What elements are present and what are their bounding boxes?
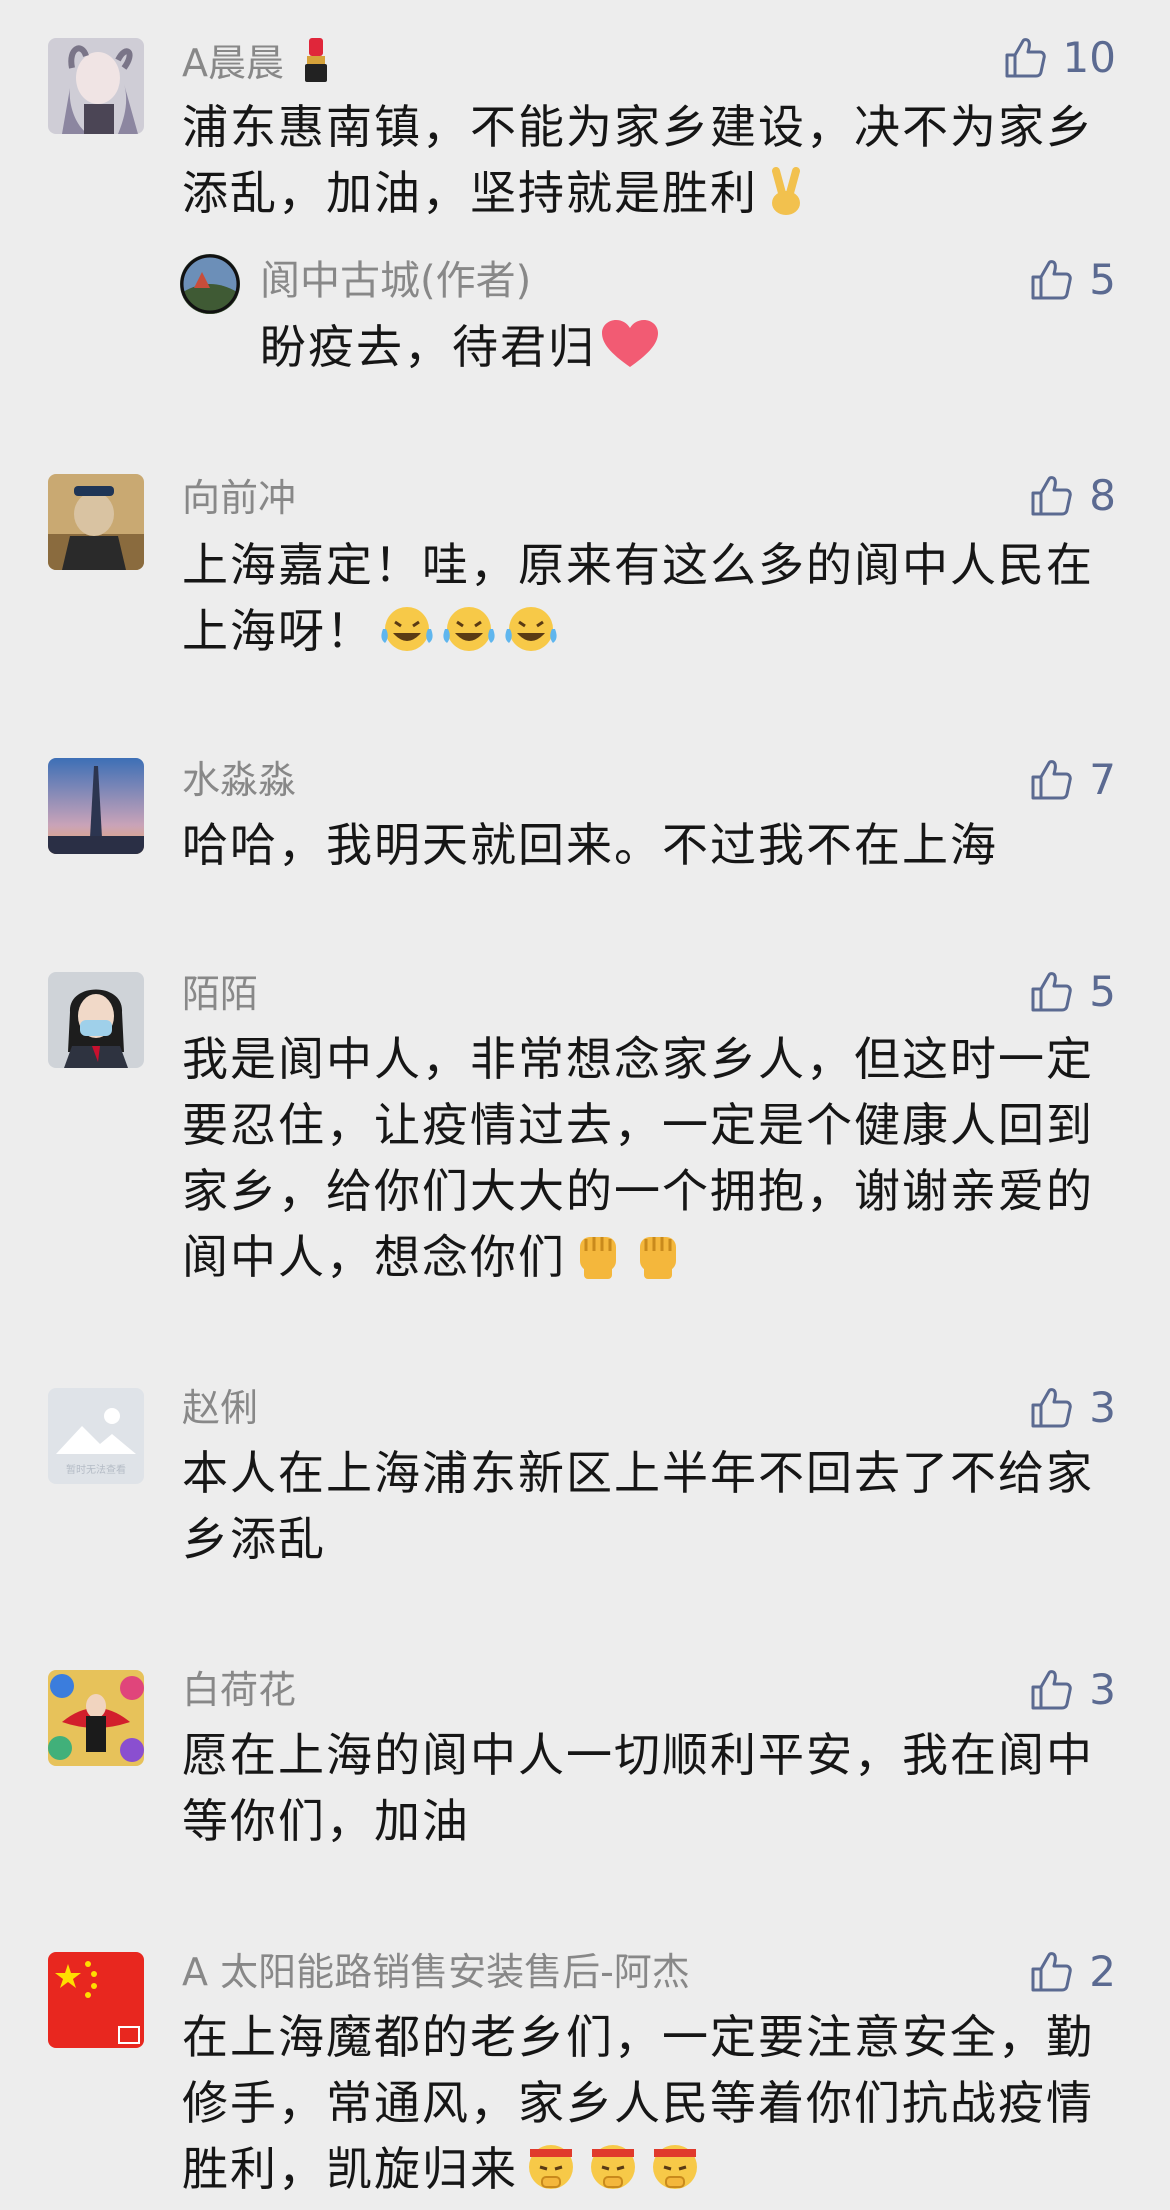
avatar-image	[48, 1952, 144, 2048]
like-button[interactable]: 5	[1027, 254, 1116, 306]
avatar-image	[48, 38, 144, 134]
avatar[interactable]: 暂时无法查看	[48, 1388, 144, 1484]
thumbs-up-icon	[1027, 1666, 1075, 1714]
like-button[interactable]: 5	[1027, 966, 1116, 1018]
comment-body: 浦东惠南镇，不能为家乡建设，决不为家乡添乱，加油，坚持就是胜利	[182, 100, 1094, 220]
comment-body: 本人在上海浦东新区上半年不回去了不给家乡添乱	[182, 1446, 1094, 1566]
comment-text: 浦东惠南镇，不能为家乡建设，决不为家乡添乱，加油，坚持就是胜利	[182, 94, 1102, 234]
like-count: 3	[1089, 1665, 1116, 1714]
avatar[interactable]	[48, 972, 144, 1068]
like-button[interactable]: 3	[1027, 1664, 1116, 1716]
thumbs-up-icon	[1027, 1948, 1075, 1996]
raised-fist-emoji	[630, 1227, 686, 1298]
like-button[interactable]: 8	[1027, 470, 1116, 522]
comment-text: 我是阆中人，非常想念家乡人，但这时一定要忍住，让疫情过去，一定是个健康人回到家乡…	[182, 1026, 1102, 1298]
thumbs-up-icon	[1027, 1384, 1075, 1432]
avatar-image	[48, 474, 144, 570]
comment-author-name[interactable]: 赵俐	[182, 1384, 258, 1432]
like-count: 7	[1089, 755, 1116, 804]
thumbs-up-icon	[1027, 968, 1075, 1016]
comment-text: 愿在上海的阆中人一切顺利平安，我在阆中等你们，加油	[182, 1722, 1102, 1854]
raised-fist-emoji	[570, 1227, 626, 1298]
like-count: 5	[1089, 255, 1116, 304]
avatar-image	[48, 972, 144, 1068]
like-count: 2	[1089, 1947, 1116, 1996]
thumbs-up-icon	[1027, 472, 1075, 520]
author-name: A晨晨	[182, 41, 284, 85]
fighting-face-emoji	[522, 2139, 580, 2210]
like-button[interactable]: 2	[1027, 1946, 1116, 1998]
comment-text: 哈哈，我明天就回来。不过我不在上海	[182, 812, 1102, 878]
tears-of-joy-emoji	[440, 603, 498, 672]
reply-text: 盼疫去，待君归	[260, 314, 1060, 388]
avatar-image	[180, 254, 240, 314]
comment-author-name[interactable]: 陌陌	[182, 970, 258, 1018]
avatar[interactable]	[48, 474, 144, 570]
comment-author-name[interactable]: 白荷花	[182, 1666, 296, 1714]
avatar-placeholder-caption: 暂时无法查看	[66, 1463, 126, 1476]
comment-author-name[interactable]: A 太阳能路销售安装售后-阿杰	[182, 1948, 690, 1996]
avatar-image	[48, 758, 144, 854]
avatar-image	[48, 1670, 144, 1766]
like-count: 5	[1089, 967, 1116, 1016]
heart-emoji	[600, 319, 660, 388]
comment-body: 愿在上海的阆中人一切顺利平安，我在阆中等你们，加油	[182, 1728, 1094, 1848]
comment-author-name[interactable]: 向前冲	[182, 474, 296, 522]
like-count: 8	[1089, 471, 1116, 520]
tears-of-joy-emoji	[378, 603, 436, 672]
avatar[interactable]	[48, 1670, 144, 1766]
avatar[interactable]	[48, 758, 144, 854]
thumbs-up-icon	[1027, 256, 1075, 304]
thumbs-up-icon	[1027, 756, 1075, 804]
fighting-face-emoji	[584, 2139, 642, 2210]
like-count: 10	[1062, 33, 1116, 82]
like-button[interactable]: 3	[1027, 1382, 1116, 1434]
tears-of-joy-emoji	[502, 603, 560, 672]
comment-text: 上海嘉定！哇，原来有这么多的阆中人民在上海呀！	[182, 532, 1102, 672]
reply-author-name[interactable]: 阆中古城(作者)	[260, 256, 531, 306]
avatar[interactable]	[48, 38, 144, 134]
comment-author[interactable]: A晨晨	[182, 36, 334, 95]
comment-author-name[interactable]: 水淼淼	[182, 756, 296, 804]
victory-hand-emoji	[762, 167, 810, 234]
comment-text: 本人在上海浦东新区上半年不回去了不给家乡添乱	[182, 1440, 1102, 1572]
thumbs-up-icon	[1001, 34, 1049, 82]
fighting-face-emoji	[646, 2139, 704, 2210]
lipstick-emoji	[300, 36, 334, 95]
avatar[interactable]	[48, 1952, 144, 2048]
avatar-image: 暂时无法查看	[48, 1388, 144, 1484]
reply-avatar[interactable]	[180, 254, 240, 314]
comment-body: 哈哈，我明天就回来。不过我不在上海	[182, 818, 998, 872]
reply-body: 盼疫去，待君归	[260, 320, 596, 374]
like-button[interactable]: 10	[1001, 32, 1116, 84]
comment-body: 上海嘉定！哇，原来有这么多的阆中人民在上海呀！	[182, 538, 1094, 658]
like-count: 3	[1089, 1383, 1116, 1432]
comment-text: 在上海魔都的老乡们，一定要注意安全，勤修手，常通风，家乡人民等着你们抗战疫情胜利…	[182, 2004, 1102, 2210]
like-button[interactable]: 7	[1027, 754, 1116, 806]
